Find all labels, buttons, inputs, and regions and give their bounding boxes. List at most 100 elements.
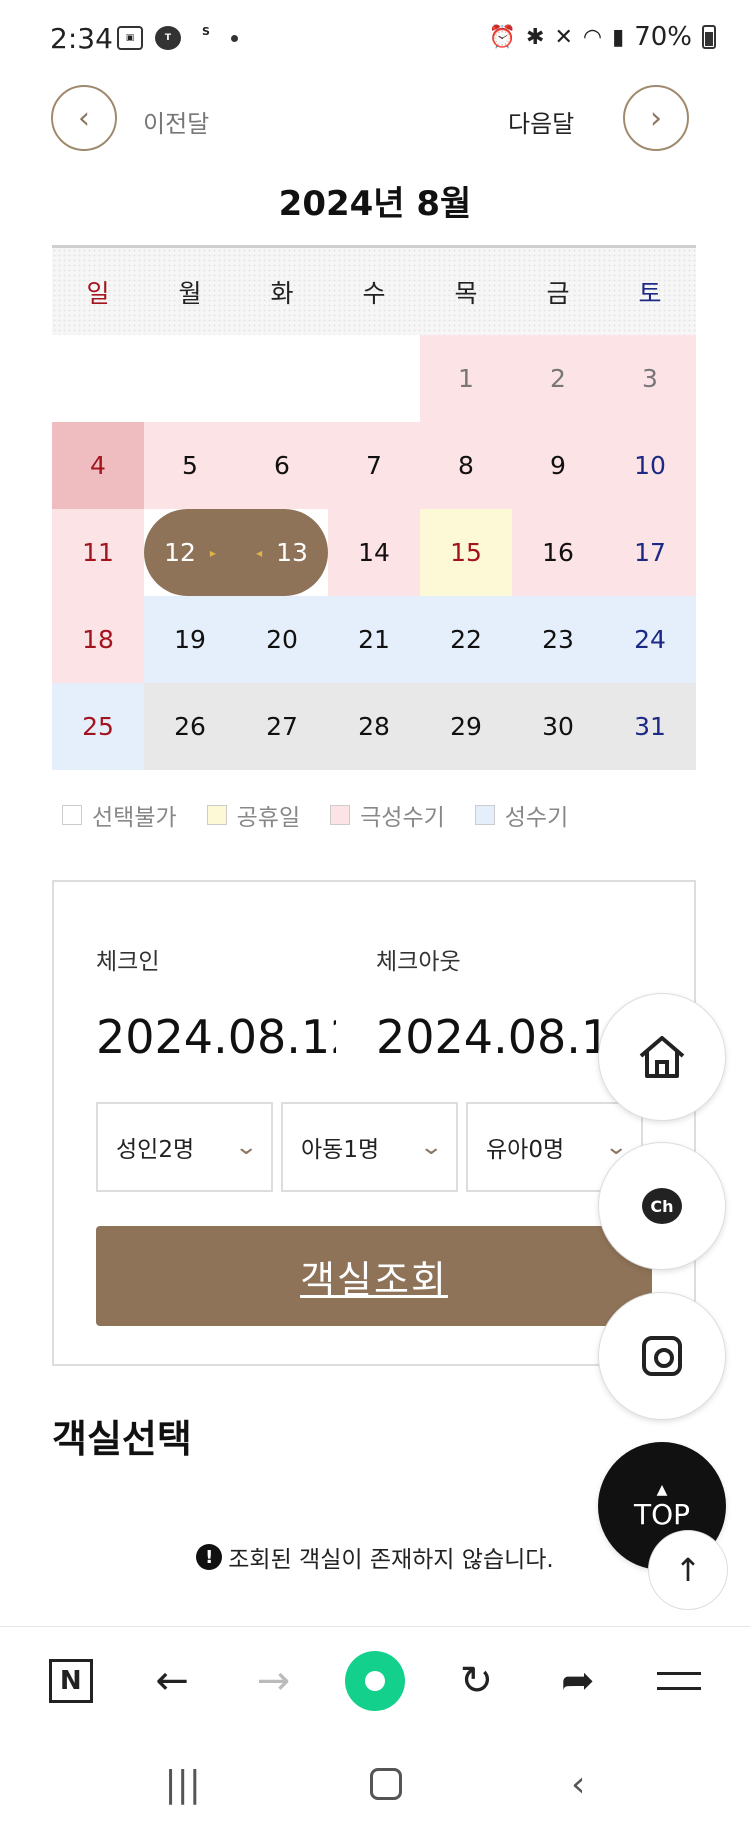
legend-label: 선택불가 [92,805,177,831]
calendar-day[interactable]: 18 [52,596,144,683]
signal-icon: ▮ [612,24,625,50]
calendar-day[interactable]: 14 [328,509,420,596]
legend-holiday: 공휴일 [206,798,301,832]
home-icon [639,1036,685,1078]
day-number: 18 [82,625,114,654]
month-title: 2024년 8월 [278,184,472,224]
calendar-day[interactable]: 12 ▸ [144,509,236,596]
calendar-day[interactable]: 23 [512,596,604,683]
day-number: 22 [450,625,482,654]
day-number: 19 [174,625,206,654]
status-time: 2:34 [50,22,113,55]
calendar-day[interactable]: 22 [420,596,512,683]
exclamation-icon: ! [196,1544,223,1570]
checkin-label: 체크인 [96,949,160,975]
range-arrow-icon: ◂ [256,545,263,560]
range-arrow-icon: ▸ [209,545,216,560]
calendar-day[interactable]: 21 [328,596,420,683]
calendar-day[interactable]: 24 [604,596,696,683]
day-number: 27 [266,712,298,741]
back-button[interactable]: ← [142,1651,202,1711]
day-number: 17 [634,538,666,567]
legend-swatch [206,805,227,825]
browser-toolbar: N ← → ↻ ➦ [0,1626,750,1734]
room-search-button[interactable]: 객실조회 [96,1226,652,1326]
day-number: 21 [358,625,390,654]
battery-icon [702,25,716,49]
empty-rooms-text: 조회된 객실이 존재하지 않습니다. [228,1547,554,1573]
calendar-day[interactable]: 10 [604,422,696,509]
instagram-button[interactable] [598,1292,726,1420]
adults-value: 성인2명 [116,1137,195,1163]
share-icon: ➦ [561,1657,595,1704]
calendar-day[interactable]: 30 [512,683,604,770]
calendar-day[interactable]: 28 [328,683,420,770]
share-button[interactable]: ➦ [548,1651,608,1711]
weekday-thu: 목 [454,278,478,308]
android-nav-bar: ||| ‹ [0,1734,750,1834]
calendar-day[interactable]: 11 [52,509,144,596]
calendar-day[interactable]: 27 [236,683,328,770]
prev-month-button[interactable]: ‹ [51,85,117,151]
back-nav-icon[interactable]: ‹ [571,1764,585,1805]
next-month-label[interactable]: 다음달 [508,104,574,139]
calendar-day[interactable]: 9 [512,422,604,509]
naver-n-icon: N [48,1658,93,1703]
home-button[interactable] [598,993,726,1121]
bluetooth-icon: ✱ [526,24,545,50]
calendar-day[interactable]: 20 [236,596,328,683]
calendar-day[interactable]: 19 [144,596,236,683]
instagram-icon [642,1336,682,1376]
legend-label: 공휴일 [236,805,301,831]
children-select[interactable]: 아동1명 ⌄ [281,1102,458,1192]
day-number: 24 [634,625,666,654]
calendar-grid: 1 2 3 4 5 6 7 8 9 10 11 12 ▸ ◂ 13 14 15 16 17 18 19 20 21 22 23 2… [52,335,696,770]
day-number: 11 [82,538,114,567]
calendar-day[interactable]: 3 [604,335,696,422]
arrow-up-icon: ↑ [674,1551,702,1589]
calendar: 일 월 화 수 목 금 토 1 2 3 4 5 6 7 8 9 10 11 12 ▸ ◂ 13 14 15 16 1… [52,245,696,770]
calendar-day[interactable]: 17 [604,509,696,596]
status-bar: 2:34 ▣ T S ⏰ ✱ ✕ ◠ ▮ 70% [0,0,750,78]
refresh-button[interactable]: ↻ [446,1651,506,1711]
prev-month-label[interactable]: 이전달 [143,104,209,139]
day-number: 6 [274,451,290,480]
menu-button[interactable] [649,1651,709,1711]
calendar-day[interactable]: 29 [420,683,512,770]
infants-value: 유아0명 [486,1137,565,1163]
calendar-day[interactable]: 31 [604,683,696,770]
calendar-legend: 선택불가 공휴일 극성수기 성수기 [62,798,568,832]
legend-swatch [474,805,495,825]
kakao-channel-button[interactable]: Ch [598,1142,726,1270]
forward-button[interactable]: → [244,1651,304,1711]
calendar-day[interactable]: 5 [144,422,236,509]
calendar-day[interactable]: ◂ 13 [236,509,328,596]
calendar-day[interactable]: 2 [512,335,604,422]
calendar-day[interactable]: 8 [420,422,512,509]
next-month-button[interactable]: › [623,85,689,151]
weekday-mon: 월 [178,278,202,308]
day-number: 4 [90,451,106,480]
refresh-icon: ↻ [459,1657,494,1704]
chat-icon: Ch [642,1188,682,1224]
calendar-day[interactable]: 15 [420,509,512,596]
adults-select[interactable]: 성인2명 ⌄ [96,1102,273,1192]
calendar-day[interactable]: 25 [52,683,144,770]
recent-apps-icon[interactable]: ||| [165,1764,201,1805]
calendar-day[interactable]: 4 [52,422,144,509]
calendar-day[interactable]: 26 [144,683,236,770]
green-dot-button[interactable] [344,1650,405,1711]
calendar-day[interactable]: 16 [512,509,604,596]
top-label: TOP [633,1497,691,1531]
calendar-day[interactable]: 7 [328,422,420,509]
day-number: 9 [550,451,566,480]
calendar-day[interactable]: 1 [420,335,512,422]
calendar-day[interactable]: 6 [236,422,328,509]
triangle-up-icon: ▲ [656,1481,668,1498]
home-nav-icon[interactable] [369,1768,402,1800]
scroll-up-button[interactable]: ↑ [648,1530,728,1610]
talk-icon: T [155,26,181,50]
day-number: 3 [642,364,658,393]
naver-home-button[interactable]: N [41,1651,101,1711]
chevron-down-icon: ⌄ [418,1134,443,1160]
